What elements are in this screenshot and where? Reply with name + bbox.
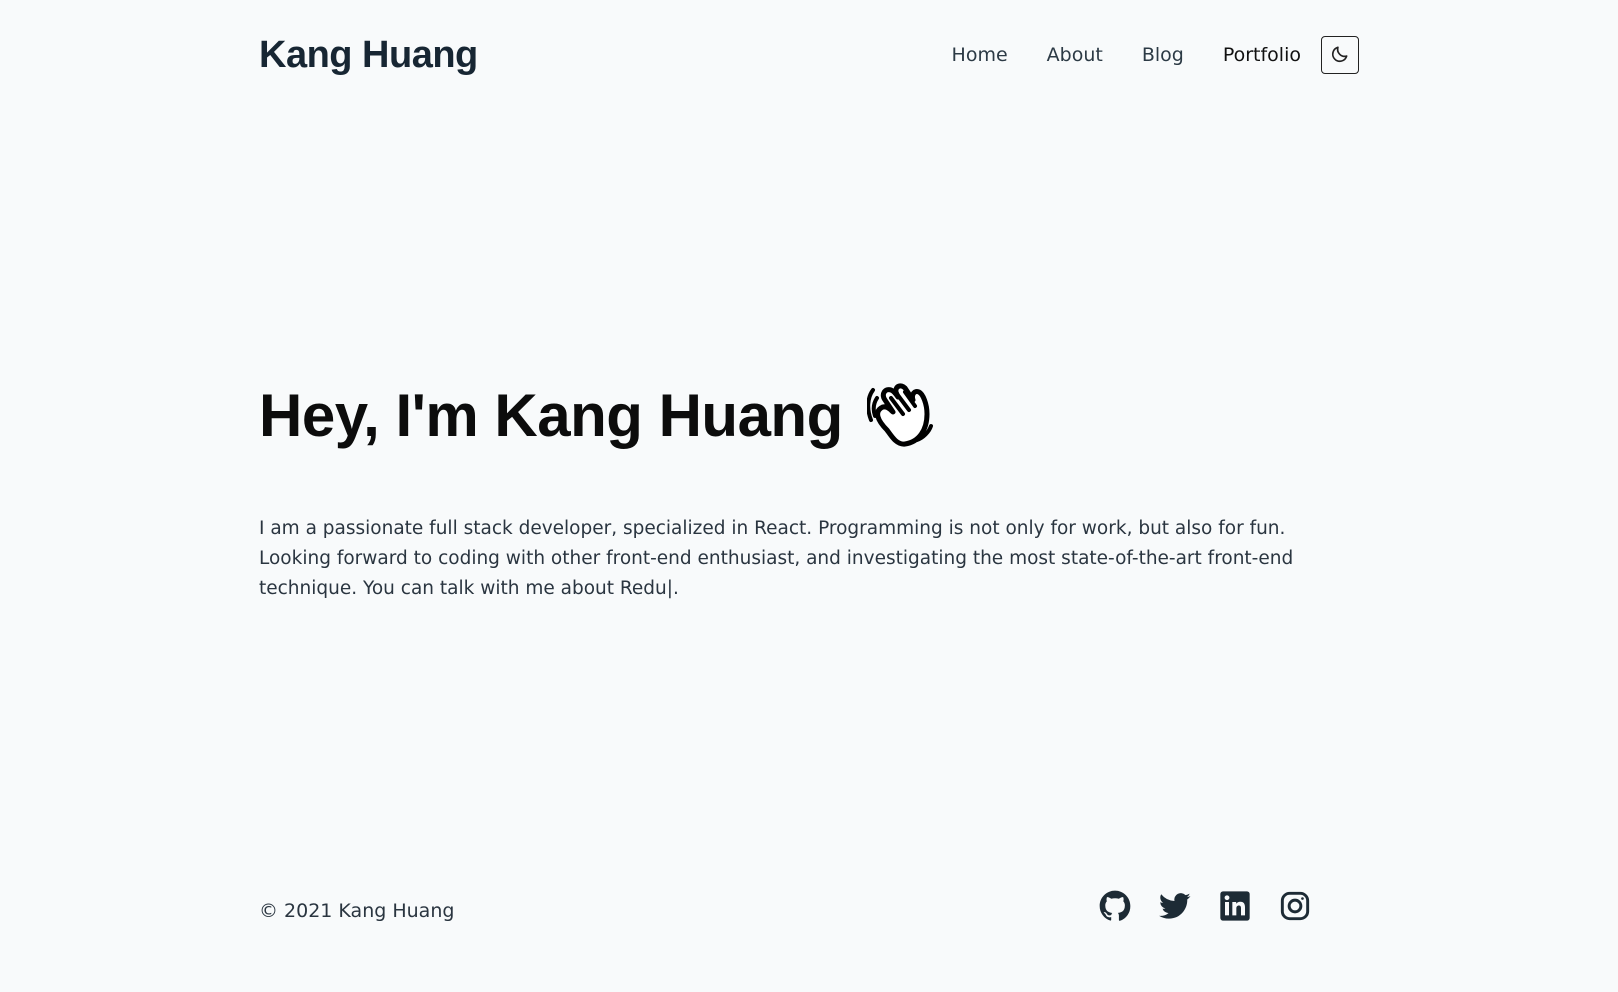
hero-title: Hey, I'm Kang Huang bbox=[259, 381, 843, 449]
moon-icon bbox=[1330, 44, 1350, 67]
linkedin-icon[interactable] bbox=[1219, 890, 1251, 922]
social-links bbox=[1071, 890, 1311, 922]
twitter-icon[interactable] bbox=[1159, 890, 1191, 922]
copyright-text: © 2021 Kang Huang bbox=[259, 900, 455, 922]
theme-toggle-button[interactable] bbox=[1321, 36, 1359, 74]
nav-blog[interactable]: Blog bbox=[1142, 44, 1184, 66]
main-nav: Home About Blog Portfolio bbox=[913, 36, 1359, 74]
nav-portfolio[interactable]: Portfolio bbox=[1223, 44, 1301, 66]
nav-about[interactable]: About bbox=[1047, 44, 1103, 66]
site-brand[interactable]: Kang Huang bbox=[259, 34, 478, 77]
hero-intro: I am a passionate full stack developer, … bbox=[259, 518, 1294, 599]
nav-home[interactable]: Home bbox=[952, 44, 1008, 66]
instagram-icon[interactable] bbox=[1279, 890, 1311, 922]
github-icon[interactable] bbox=[1099, 890, 1131, 922]
site-footer: © 2021 Kang Huang bbox=[259, 890, 1359, 930]
hero-heading: Hey, I'm Kang Huang bbox=[259, 380, 1359, 450]
waving-hand-icon bbox=[866, 380, 935, 450]
hero-section: Hey, I'm Kang Huang bbox=[259, 380, 1359, 450]
site-header: Kang Huang Home About Blog Portfolio bbox=[259, 30, 1359, 80]
